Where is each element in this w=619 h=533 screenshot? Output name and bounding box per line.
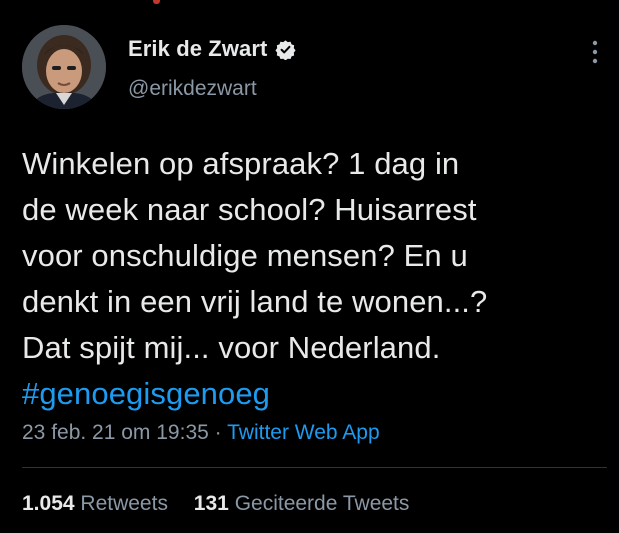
tweet-header: Erik de Zwart @erikdezwart — [22, 25, 601, 113]
retweets-stat[interactable]: 1.054 Retweets — [22, 492, 168, 516]
timestamp-link[interactable]: 23 feb. 21 om 19:35 — [22, 421, 209, 444]
display-name[interactable]: Erik de Zwart — [128, 36, 267, 62]
tweet-line: Dat spijt mij... voor Nederland. — [22, 330, 441, 365]
display-name-row: Erik de Zwart — [128, 35, 297, 63]
quote-tweets-stat[interactable]: 131 Geciteerde Tweets — [194, 492, 410, 516]
tweet-text: Winkelen op afspraak? 1 dag in de week n… — [22, 141, 607, 417]
tweet-line: voor onschuldige mensen? En u — [22, 238, 468, 273]
avatar-image — [22, 25, 106, 109]
source-link[interactable]: Twitter Web App — [227, 421, 380, 444]
tweet-line: denkt in een vrij land te wonen...? — [22, 284, 488, 319]
retweets-label: Retweets — [80, 492, 168, 515]
quote-tweets-count: 131 — [193, 492, 229, 515]
tweet-line: de week naar school? Huisarrest — [22, 192, 477, 227]
tweet-stats: 1.054 Retweets 131 Geciteerde Tweets — [22, 492, 429, 516]
author-names: Erik de Zwart @erikdezwart — [128, 35, 297, 101]
meta-separator: · — [208, 421, 228, 444]
retweets-count: 1.054 — [22, 492, 75, 515]
status-indicator-dot — [153, 0, 160, 4]
more-vertical-icon[interactable] — [589, 39, 601, 65]
user-handle[interactable]: @erikdezwart — [128, 77, 296, 101]
divider — [22, 467, 607, 468]
avatar[interactable] — [22, 25, 106, 109]
quote-tweets-label: Geciteerde Tweets — [234, 492, 410, 515]
verified-badge-icon — [275, 39, 297, 60]
hashtag-link[interactable]: #genoegisgenoeg — [22, 371, 607, 417]
tweet-meta: 23 feb. 21 om 19:35 · Twitter Web App — [22, 421, 380, 445]
tweet-line: Winkelen op afspraak? 1 dag in — [22, 146, 460, 181]
